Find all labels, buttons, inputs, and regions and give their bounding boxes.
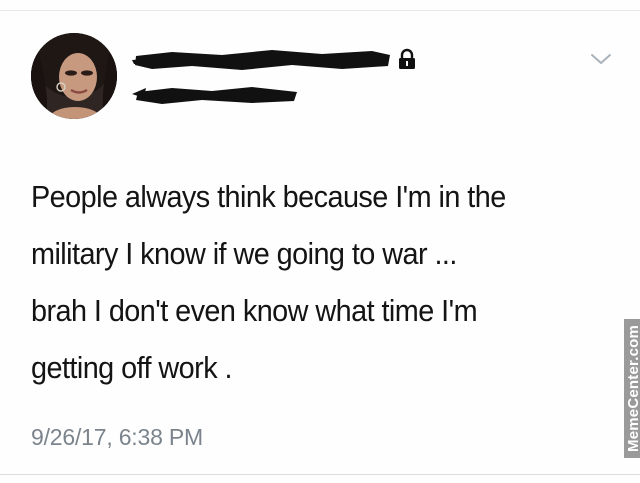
avatar[interactable]: [31, 33, 117, 119]
redacted-handle: [132, 87, 297, 104]
tweet-text: People always think because I'm in the m…: [31, 179, 506, 385]
tweet-timestamp[interactable]: 9/26/17, 6:38 PM: [31, 424, 203, 451]
chevron-down-icon[interactable]: [590, 52, 612, 66]
bottom-divider: [0, 474, 640, 475]
lock-icon: [399, 48, 415, 69]
tweet-card: People always think because I'm in the m…: [0, 0, 640, 483]
redacted-display-name: [132, 50, 390, 70]
watermark: MemeCenter.com: [624, 318, 640, 458]
top-divider: [0, 10, 640, 11]
